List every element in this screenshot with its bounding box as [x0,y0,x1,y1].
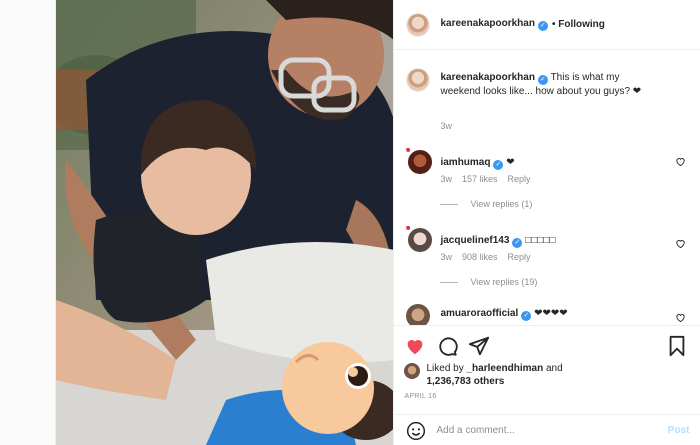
commenter-avatar-ring[interactable] [406,226,435,254]
caption-text: kareenakapoorkhan ✓ This is what my weeke… [440,71,650,98]
comment-body: ❤❤❤❤ [534,308,568,319]
following-button[interactable]: • Following [552,19,605,30]
verified-badge-icon: ✓ [493,160,504,170]
add-comment-input[interactable] [436,425,668,436]
reply-button[interactable]: Reply [508,174,531,184]
post-date[interactable]: APRIL 16 [404,393,436,400]
caption-timestamp[interactable]: 3w [440,121,452,131]
caption-avatar[interactable] [406,68,431,92]
post-comment-button[interactable]: Post [668,425,690,436]
comment-meta: 3w 908 likes Reply [440,252,540,262]
comment-text: amuaroraofficial ✓ ❤❤❤❤ [440,307,650,321]
likes-summary: Liked by _harleendhiman and 1,236,783 ot… [404,362,563,388]
author-avatar[interactable] [406,12,431,37]
view-replies-label[interactable]: View replies (19) [470,277,537,287]
comment-like-count[interactable]: 157 likes [462,174,498,184]
post-header: kareenakapoorkhan ✓ • Following [394,0,700,50]
caption-row: kareenakapoorkhan ✓ This is what my weeke… [406,68,696,138]
verified-badge-icon: ✓ [537,21,548,31]
comment-timestamp[interactable]: 3w [440,252,452,262]
commenter-avatar[interactable] [406,226,435,254]
post-actions: Liked by _harleendhiman and 1,236,783 ot… [394,325,700,445]
author-username-text[interactable]: kareenakapoorkhan [440,18,535,29]
commenter-avatar-ring[interactable] [406,148,435,176]
author-username[interactable]: kareenakapoorkhan ✓ [440,18,548,31]
heart-filled-icon[interactable] [404,335,426,357]
likes-text: Liked by _harleendhiman and 1,236,783 ot… [426,362,562,388]
heart-outline-icon[interactable] [675,312,686,323]
liker-username[interactable]: _harleendhiman [467,363,544,374]
commenter-username[interactable]: iamhumaq [440,157,490,168]
post-dialog: kareenakapoorkhan ✓ • Following kareenaka… [55,0,700,445]
caption-meta: 3w [440,121,462,131]
comment-text: iamhumaq ✓ ❤ [440,156,650,170]
likes-count[interactable]: 1,236,783 others [426,376,504,387]
verified-badge-icon: ✓ [537,75,548,85]
verified-badge-icon: ✓ [521,311,532,321]
smiley-icon[interactable] [406,421,426,441]
post-side-panel: kareenakapoorkhan ✓ • Following kareenaka… [393,0,700,445]
post-photo[interactable] [56,0,394,445]
commenter-username[interactable]: jacquelinef143 [440,235,509,246]
verified-badge-icon: ✓ [512,238,523,248]
caption-username[interactable]: kareenakapoorkhan [440,72,535,83]
comment-row: amuaroraofficial ✓ ❤❤❤❤ [406,304,696,325]
comment-body: ❤ [506,157,515,168]
comment-row: iamhumaq ✓ ❤ 3w 157 likes Reply View replie… [406,148,696,218]
view-replies-button[interactable]: View replies (19) [440,277,537,287]
commenter-avatar[interactable] [406,148,435,176]
view-replies-label[interactable]: View replies (1) [470,199,532,209]
comments-list[interactable]: kareenakapoorkhan ✓ This is what my weeke… [394,51,700,325]
add-comment-bar: Post [394,414,700,445]
comment-body: □□□□□ [525,235,556,246]
comment-icon[interactable] [436,335,459,357]
liked-by-label: Liked by [426,363,464,374]
reply-button[interactable]: Reply [508,252,531,262]
comment-like-count[interactable]: 908 likes [462,252,498,262]
comment-text: jacquelinef143 ✓ □□□□□ [440,234,650,248]
commenter-username[interactable]: amuaroraofficial [440,308,518,319]
commenter-avatar[interactable] [406,304,431,325]
view-replies-button[interactable]: View replies (1) [440,199,532,209]
baby-emoji-sticker [282,342,374,434]
comment-row: jacquelinef143 ✓ □□□□□ 3w 908 likes Reply V… [406,226,696,296]
comment-meta: 3w 157 likes Reply [440,174,540,184]
liker-avatar[interactable] [404,363,421,379]
photo-illustration [56,0,394,445]
share-icon[interactable] [468,335,490,357]
comment-timestamp[interactable]: 3w [440,174,452,184]
heart-outline-icon[interactable] [675,156,686,167]
heart-outline-icon[interactable] [675,238,686,249]
likes-and-label: and [545,363,563,374]
action-bar [404,335,694,359]
bookmark-icon[interactable] [666,335,688,357]
